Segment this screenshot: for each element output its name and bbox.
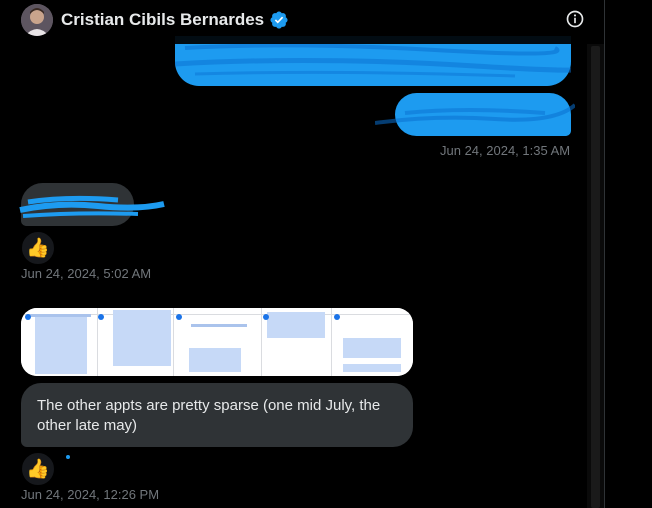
right-panel-edge [604,0,652,508]
message-timestamp: Jun 24, 2024, 5:02 AM [21,266,152,281]
incoming-message[interactable]: The other appts are pretty sparse (one m… [21,383,413,447]
avatar[interactable] [21,4,53,36]
reaction-thumbs-up[interactable]: 👍 [21,231,55,265]
calendar-screenshot-image [21,308,413,376]
contact-name[interactable]: Cristian Cibils Bernardes [61,10,289,30]
image-attachment[interactable] [21,308,413,376]
info-icon[interactable] [565,9,585,29]
thumbs-up-icon: 👍 [26,458,50,480]
message-timestamp: Jun 24, 2024, 1:35 AM [440,143,571,158]
scrollbar-thumb[interactable] [591,46,600,508]
unread-dot [66,455,70,459]
conversation-panel: Cristian Cibils Bernardes Jun 24, 2024, … [0,0,604,508]
redaction-scribble [375,103,575,125]
contact-name-text: Cristian Cibils Bernardes [61,10,265,29]
conversation-header: Cristian Cibils Bernardes [0,0,604,44]
reaction-thumbs-up[interactable]: 👍 [21,452,55,486]
scrollbar[interactable] [587,0,604,508]
outgoing-message[interactable] [375,93,575,136]
thumbs-up-icon: 👍 [26,237,50,259]
verified-badge-icon [270,11,288,29]
redaction-scribble [19,195,165,218]
message-text: The other appts are pretty sparse (one m… [37,397,381,434]
message-timestamp: Jun 24, 2024, 12:26 PM [21,487,160,502]
